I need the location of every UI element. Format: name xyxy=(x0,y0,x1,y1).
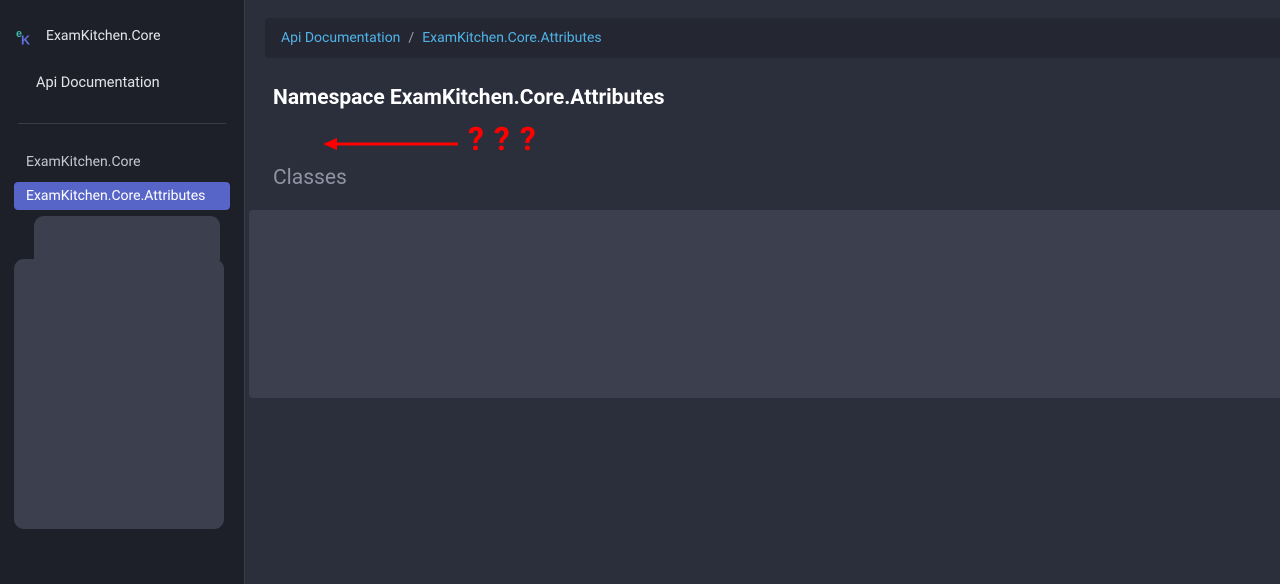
svg-text:K: K xyxy=(21,33,30,46)
sidebar-divider xyxy=(18,123,226,124)
brand-logo-icon: e K xyxy=(16,26,36,46)
sidebar: e K ExamKitchen.Core Api Documentation E… xyxy=(0,0,245,584)
sidebar-placeholder-body xyxy=(14,259,224,529)
arrow-icon xyxy=(323,136,463,156)
sidebar-placeholder xyxy=(0,216,244,529)
breadcrumb-link-api-documentation[interactable]: Api Documentation xyxy=(281,30,400,46)
annotation-text: ??? xyxy=(468,120,546,158)
sidebar-nav-list: ExamKitchen.Core ExamKitchen.Core.Attrib… xyxy=(0,148,244,210)
breadcrumb-separator: / xyxy=(408,30,414,46)
sidebar-subtitle[interactable]: Api Documentation xyxy=(0,56,244,115)
main-content: Api Documentation / ExamKitchen.Core.Att… xyxy=(245,0,1280,584)
brand-name: ExamKitchen.Core xyxy=(46,28,161,44)
sidebar-placeholder-tab xyxy=(34,216,220,260)
annotation-overlay: ??? xyxy=(273,124,1280,164)
breadcrumb-link-attributes[interactable]: ExamKitchen.Core.Attributes xyxy=(422,30,601,46)
sidebar-item-examkitchen-core-attributes[interactable]: ExamKitchen.Core.Attributes xyxy=(14,182,230,210)
sidebar-item-examkitchen-core[interactable]: ExamKitchen.Core xyxy=(14,148,230,176)
page-title: Namespace ExamKitchen.Core.Attributes xyxy=(245,58,1280,118)
section-header-classes: Classes xyxy=(245,164,1280,206)
sidebar-header: e K ExamKitchen.Core xyxy=(0,0,244,56)
classes-panel xyxy=(249,210,1280,398)
breadcrumb: Api Documentation / ExamKitchen.Core.Att… xyxy=(265,18,1280,58)
